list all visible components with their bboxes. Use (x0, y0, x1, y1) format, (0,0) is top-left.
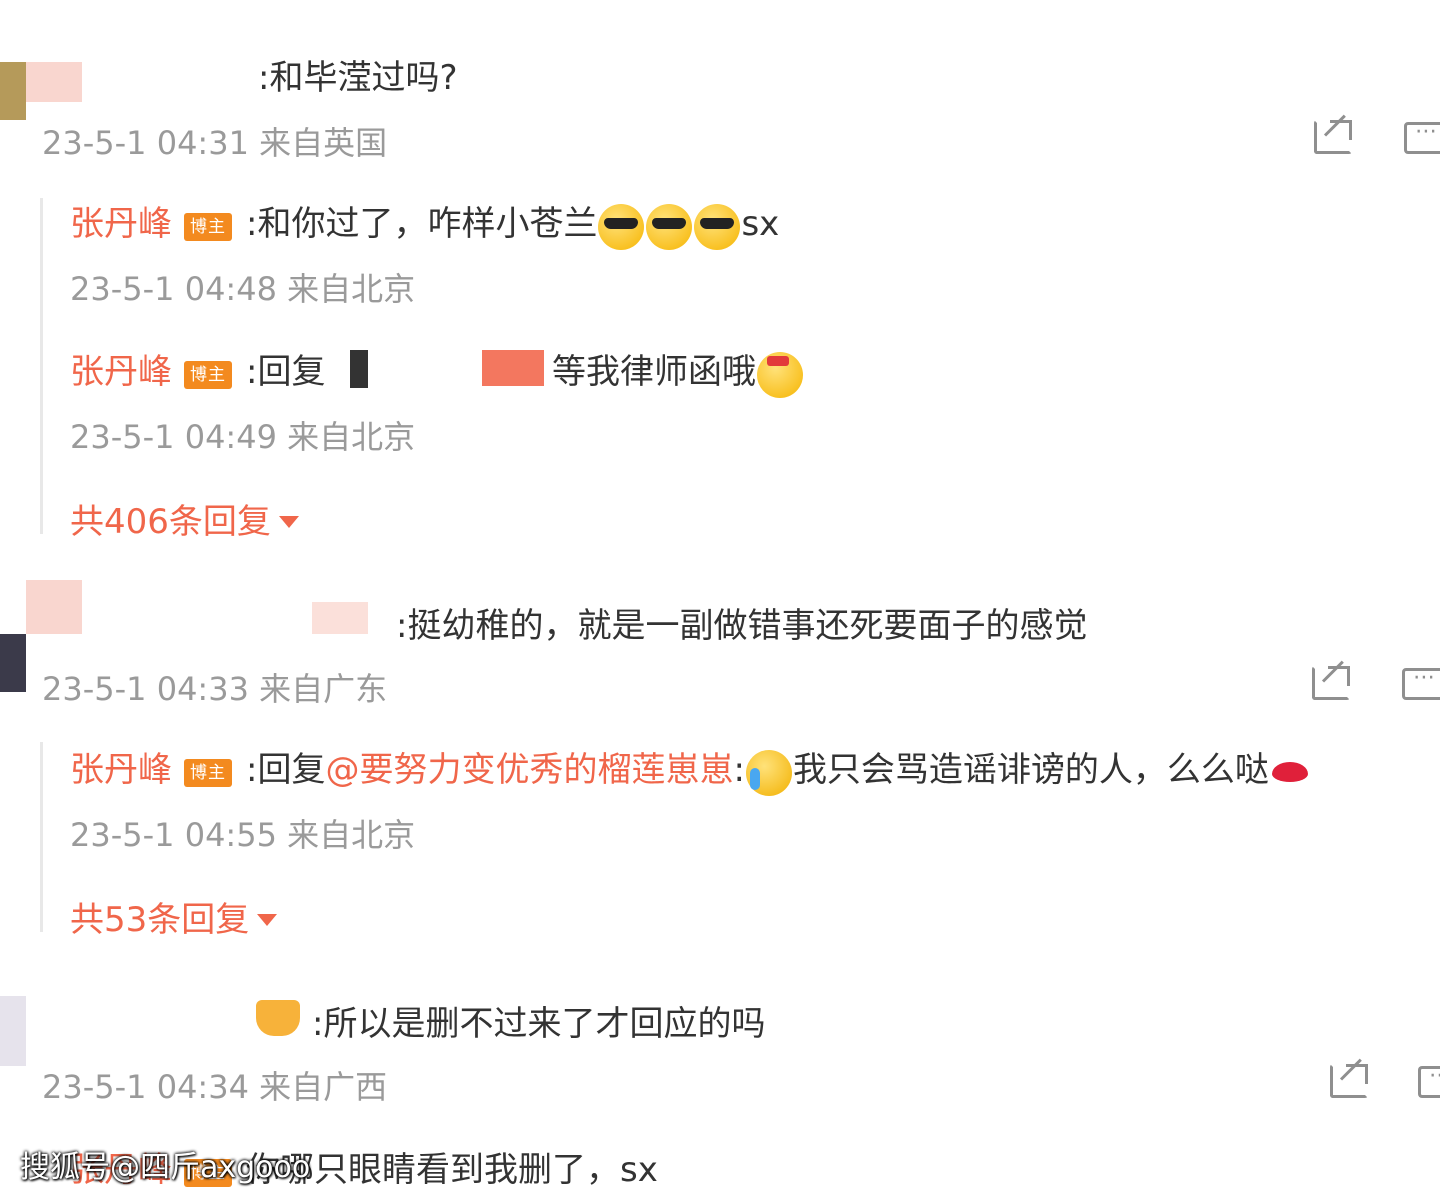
thread-line (40, 198, 43, 534)
avatar[interactable] (0, 634, 26, 692)
laugh-cry-emoji-icon (745, 749, 792, 796)
avatar[interactable] (0, 996, 26, 1066)
mention-redacted (482, 350, 544, 386)
comment-icon[interactable] (1402, 665, 1440, 700)
comment-text: :挺幼稚的，就是一副做错事还死要面子的感觉 (396, 606, 1088, 646)
reply-suffix: sx (741, 204, 780, 244)
watermark: 搜狐号@四斤axgooo (20, 1150, 311, 1185)
reply-meta: 23-5-1 04:48 来自北京 (70, 270, 416, 308)
vip-crown-icon (256, 1000, 300, 1036)
mention-link[interactable]: @要努力变优秀的榴莲崽崽 (325, 750, 733, 790)
reply: 张丹峰 博主 :回复@要努力变优秀的榴莲崽崽: 我只会骂造谣诽谤的人，么么哒 (70, 742, 1311, 800)
more-replies-link[interactable]: 共406条回复 (70, 494, 299, 543)
share-icon[interactable] (1330, 1058, 1368, 1098)
reply-author[interactable]: 张丹峰 (70, 352, 172, 392)
lips-emoji-icon (1270, 756, 1310, 786)
sunglasses-emoji-icon (646, 203, 693, 250)
reply-prefix: :回复 (246, 352, 326, 392)
comment-icon[interactable] (1418, 1063, 1440, 1098)
reply-prefix: :回复 (246, 750, 326, 790)
reply-content: 等我律师函哦 (552, 344, 804, 402)
blogger-badge: 博主 (184, 212, 232, 241)
sunglasses-emoji-icon (598, 203, 645, 250)
caret-down-icon (257, 913, 278, 926)
reply-text: 等我律师函哦 (552, 352, 756, 392)
reply-text: 我只会骂造谣诽谤的人，么么哒 (792, 750, 1269, 790)
share-icon[interactable] (1312, 660, 1350, 700)
comment-meta: 23-5-1 04:34 来自广西 (42, 1068, 388, 1106)
blogger-badge: 博主 (184, 360, 232, 389)
shy-emoji-icon (757, 351, 803, 398)
caret-down-icon (278, 515, 299, 528)
comment-icon[interactable] (1404, 119, 1440, 154)
reply: 张丹峰 博主 :回复 (70, 344, 325, 393)
thread-line (40, 742, 43, 932)
comment-text: :所以是删不过来了才回应的吗 (312, 1004, 766, 1044)
username-redacted (26, 62, 82, 102)
reply-meta: 23-5-1 04:49 来自北京 (70, 418, 416, 456)
blogger-badge: 博主 (184, 758, 232, 787)
comment-text: :和毕滢过吗? (258, 58, 458, 98)
reply-text: :和你过了，咋样小苍兰 (246, 204, 598, 244)
reply: 张丹峰 博主 :和你过了，咋样小苍兰 sx (70, 196, 779, 254)
reply-author[interactable]: 张丹峰 (70, 204, 172, 244)
username-redacted (312, 602, 368, 634)
more-replies-link[interactable]: 共53条回复 (70, 892, 278, 941)
comment-meta: 23-5-1 04:33 来自广东 (42, 670, 388, 708)
reply-colon: : (733, 750, 745, 790)
reply-meta: 23-5-1 04:55 来自北京 (70, 816, 416, 854)
sunglasses-emoji-icon (694, 203, 741, 250)
redaction-bar (350, 350, 368, 388)
avatar[interactable] (0, 62, 26, 120)
share-icon[interactable] (1314, 114, 1352, 154)
avatar-redacted[interactable] (26, 580, 82, 634)
reply-author[interactable]: 张丹峰 (70, 750, 172, 790)
comment-meta: 23-5-1 04:31 来自英国 (42, 124, 388, 162)
